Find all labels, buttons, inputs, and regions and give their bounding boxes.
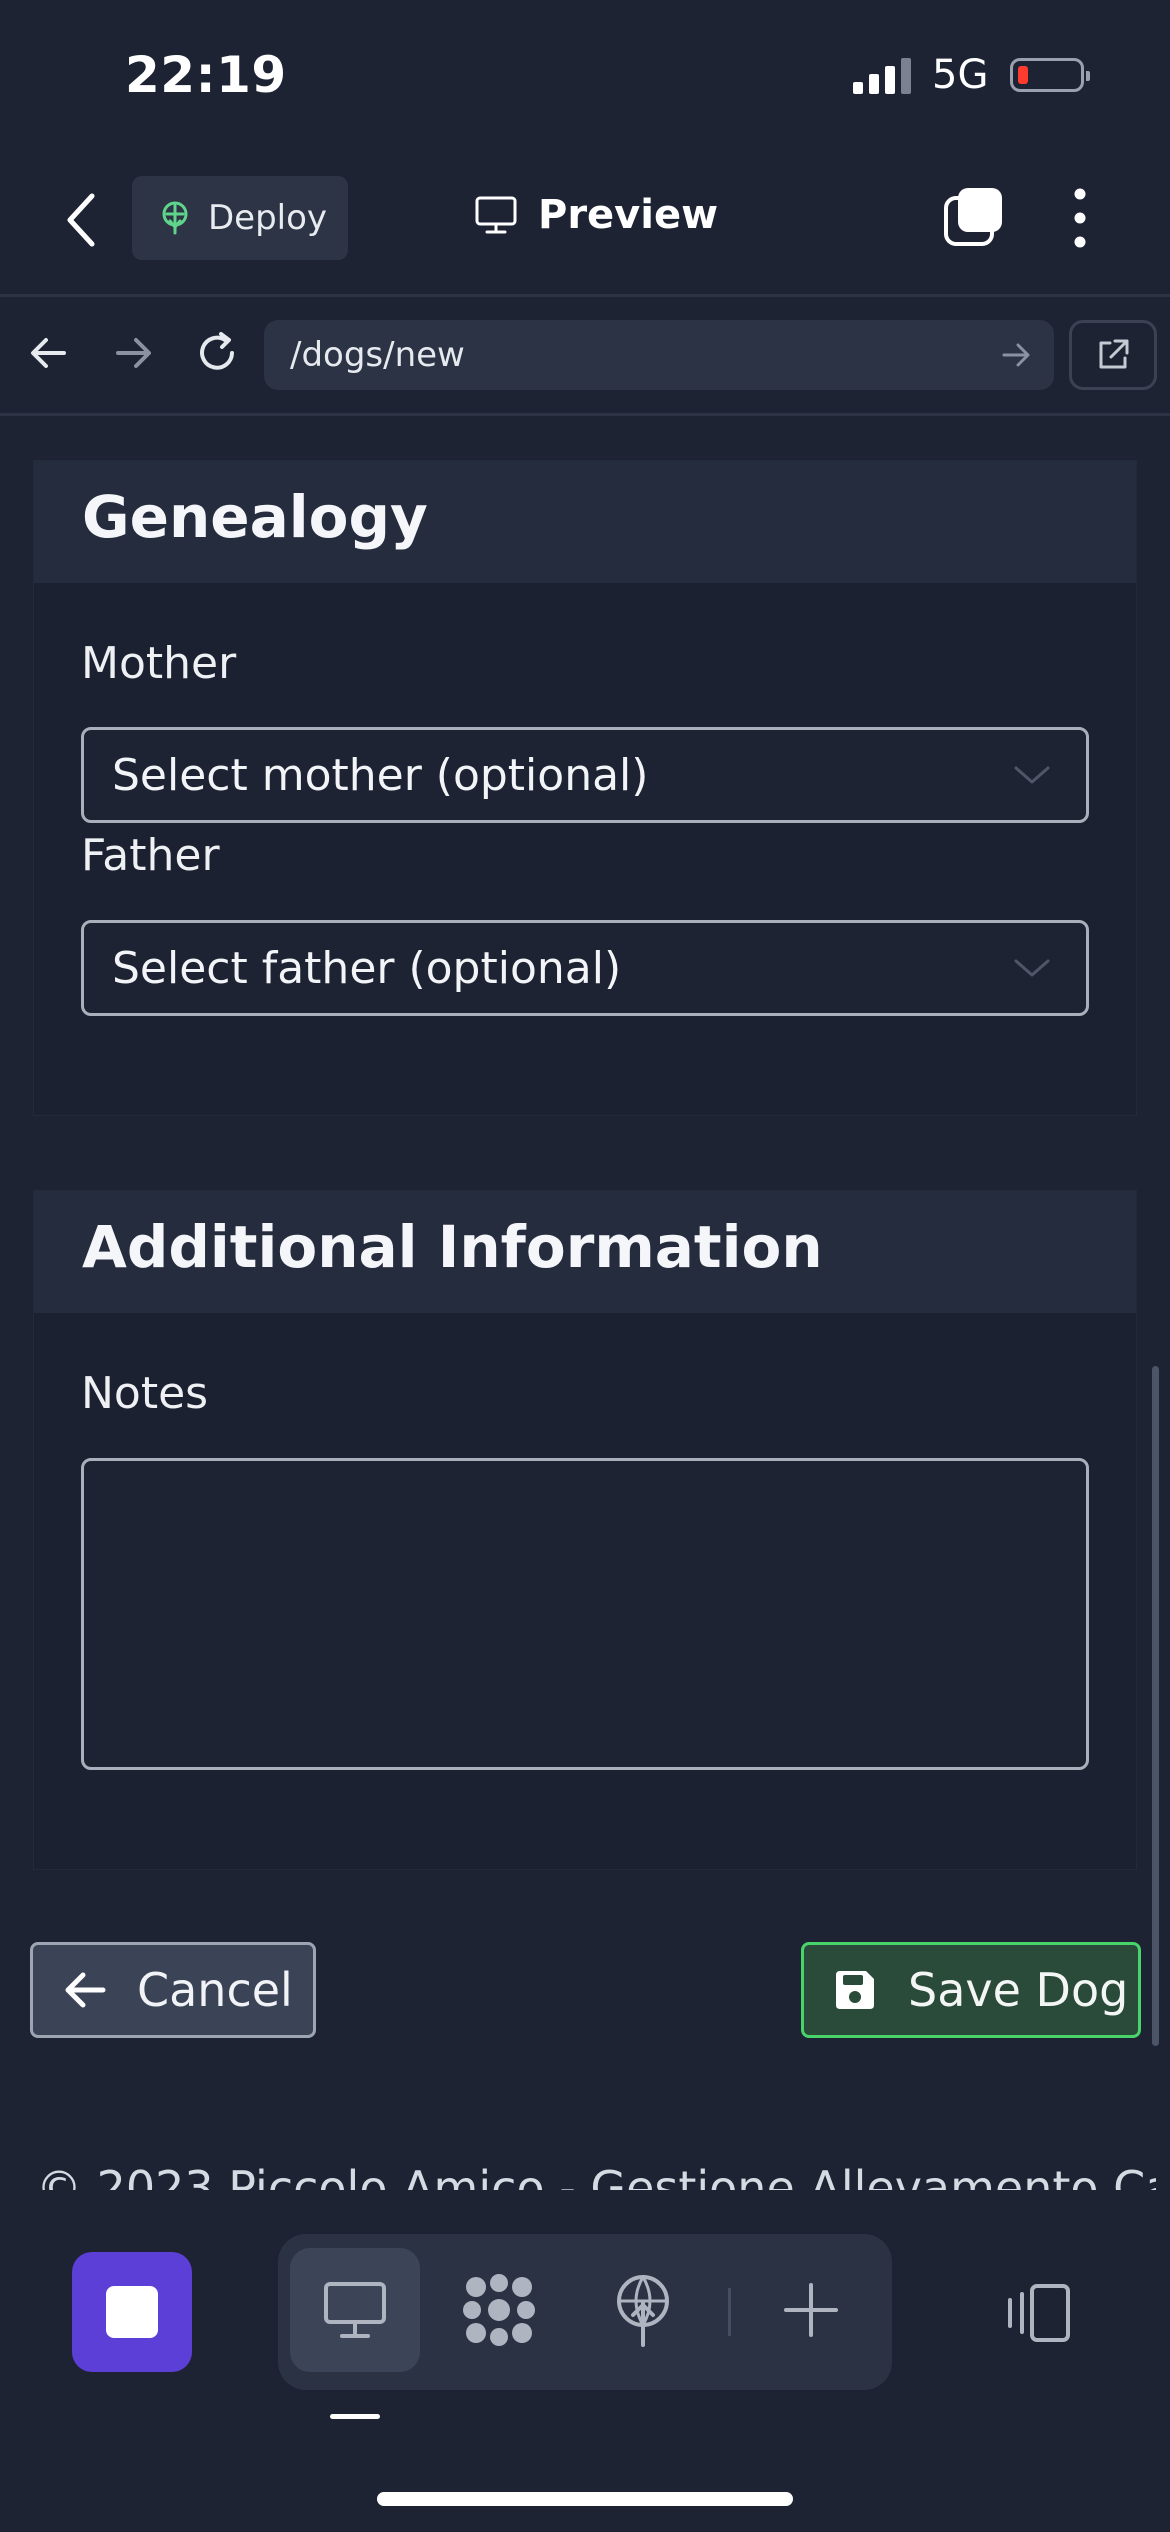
father-label: Father <box>81 830 220 881</box>
battery-icon <box>1010 58 1090 92</box>
monitor-icon <box>324 2282 386 2338</box>
deploy-button[interactable]: Deploy <box>132 176 348 260</box>
notes-label: Notes <box>81 1368 209 1419</box>
network-type: 5G <box>932 52 989 98</box>
globe-upload-icon <box>617 2275 669 2347</box>
cancel-button[interactable]: Cancel <box>30 1942 316 2038</box>
deploy-icon <box>162 201 188 235</box>
father-select-value: Select father (optional) <box>112 942 622 994</box>
active-view-indicator <box>330 2414 380 2419</box>
reload-icon[interactable] <box>194 330 240 376</box>
stop-button[interactable] <box>72 2252 192 2372</box>
floppy-disk-icon <box>836 1971 874 2009</box>
panel-icon[interactable] <box>1002 2282 1072 2344</box>
save-label: Save Dog <box>908 1963 1129 2017</box>
view-switcher <box>278 2234 892 2390</box>
url-text: /dogs/new <box>290 335 465 375</box>
save-dog-button[interactable]: Save Dog <box>801 1942 1141 2038</box>
plus-icon <box>784 2283 838 2337</box>
url-bar[interactable]: /dogs/new <box>264 320 1054 390</box>
external-link-icon <box>1099 339 1129 369</box>
father-select[interactable]: Select father (optional) <box>81 920 1089 1016</box>
back-chevron-icon[interactable] <box>62 190 102 250</box>
go-arrow-icon[interactable] <box>996 335 1036 375</box>
footer-copyright: © 2023 Piccolo Amico - Gestione Allevame… <box>36 2161 1156 2190</box>
signal-icon <box>853 58 911 94</box>
stop-icon <box>106 2286 158 2338</box>
arrow-right-icon[interactable] <box>110 330 156 376</box>
mother-select[interactable]: Select mother (optional) <box>81 727 1089 823</box>
toolbar-separator <box>728 2288 731 2336</box>
preview-tab[interactable]: Preview <box>474 192 718 238</box>
more-icon[interactable] <box>1070 186 1090 250</box>
deploy-view-button[interactable] <box>578 2248 708 2372</box>
mother-label: Mother <box>81 638 237 689</box>
notes-textarea[interactable] <box>81 1458 1089 1770</box>
cancel-label: Cancel <box>137 1963 293 2017</box>
genealogy-title: Genealogy <box>82 483 428 551</box>
mother-select-value: Select mother (optional) <box>112 749 649 801</box>
open-external-button[interactable] <box>1069 320 1157 390</box>
chevron-down-icon <box>1014 959 1050 977</box>
add-button[interactable] <box>746 2248 876 2372</box>
preview-view-button[interactable] <box>290 2248 420 2372</box>
chevron-down-icon <box>1014 766 1050 784</box>
home-indicator[interactable] <box>377 2492 793 2506</box>
additional-info-title: Additional Information <box>82 1213 823 1281</box>
deploy-label: Deploy <box>208 198 328 238</box>
header-divider <box>0 294 1170 297</box>
tabs-icon[interactable] <box>942 186 1004 248</box>
arrow-left-icon <box>65 1972 106 2008</box>
arrow-left-icon[interactable] <box>26 330 72 376</box>
monitor-icon <box>475 196 517 234</box>
browser-divider <box>0 413 1170 416</box>
dots-grid-icon <box>463 2274 535 2346</box>
status-time: 22:19 <box>125 46 287 104</box>
preview-label: Preview <box>538 192 719 238</box>
scrollbar[interactable] <box>1152 1366 1159 2046</box>
workflow-view-button[interactable] <box>434 2248 564 2372</box>
